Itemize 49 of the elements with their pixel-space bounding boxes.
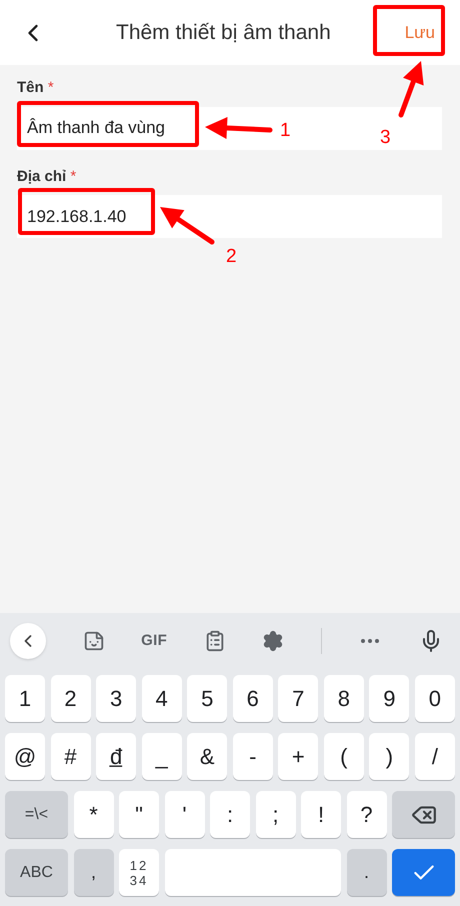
key[interactable]: 9	[369, 675, 410, 722]
step-number: 2	[226, 245, 237, 269]
backspace-key[interactable]	[392, 791, 455, 838]
page-title: Thêm thiết bị âm thanh	[116, 20, 331, 46]
highlight-frame	[373, 5, 445, 56]
step-number: 1	[280, 119, 291, 143]
pointer-arrow	[398, 61, 424, 118]
key[interactable]: 7	[278, 675, 318, 722]
key[interactable]: ;	[256, 791, 296, 838]
key[interactable]: +	[278, 733, 318, 780]
field-label: Tên *	[17, 78, 55, 98]
key[interactable]: @	[5, 733, 45, 780]
step-number: 3	[380, 126, 391, 150]
sticker-icon[interactable]	[82, 630, 105, 652]
key[interactable]: )	[369, 733, 410, 780]
gif-button[interactable]: GIF	[141, 630, 168, 652]
key[interactable]: '	[164, 791, 204, 838]
key[interactable]: &	[187, 733, 228, 780]
key[interactable]: (	[324, 733, 364, 780]
key[interactable]: ,	[74, 849, 114, 896]
key[interactable]: /	[414, 733, 455, 780]
key[interactable]: 0	[414, 675, 455, 722]
mode-key[interactable]: ABC	[5, 849, 68, 896]
key[interactable]: 2	[50, 675, 91, 722]
key[interactable]: 1	[5, 675, 45, 722]
field-label: Địa chỉ *	[17, 166, 78, 186]
key[interactable]: đ̲	[96, 733, 136, 780]
mode-key[interactable]: =\<	[5, 791, 68, 838]
enter-key[interactable]	[392, 849, 455, 896]
key[interactable]: _	[142, 733, 182, 780]
key[interactable]: 6	[232, 675, 273, 722]
collapse-button[interactable]	[10, 623, 46, 659]
text-field[interactable]: 192.168.1.40	[17, 195, 442, 238]
key[interactable]: "	[119, 791, 159, 838]
key[interactable]: 4	[142, 675, 182, 722]
key[interactable]: ?	[346, 791, 386, 838]
numpad-key[interactable]: 12 34	[119, 849, 159, 896]
key[interactable]: 8	[324, 675, 364, 722]
key[interactable]: -	[232, 733, 273, 780]
key[interactable]: !	[301, 791, 341, 838]
key[interactable]: :	[210, 791, 250, 838]
pointer-arrow	[160, 207, 214, 244]
key[interactable]: #	[50, 733, 91, 780]
key[interactable]: *	[74, 791, 114, 838]
pointer-arrow	[205, 117, 272, 139]
key[interactable]: 5	[187, 675, 228, 722]
key[interactable]: 3	[96, 675, 136, 722]
settings-icon[interactable]	[262, 630, 284, 652]
key[interactable]: .	[346, 849, 386, 896]
